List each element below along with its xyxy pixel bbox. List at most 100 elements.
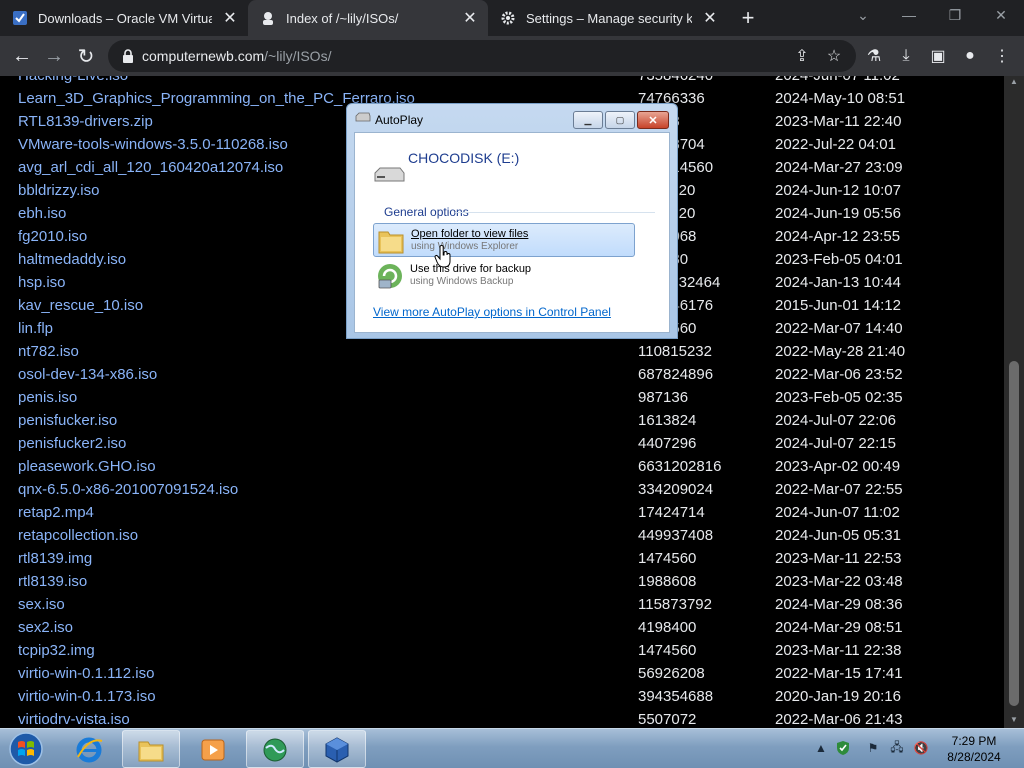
control-panel-link[interactable]: View more AutoPlay options in Control Pa… xyxy=(373,305,611,319)
file-link[interactable]: osol-dev-134-x86.iso xyxy=(18,366,157,383)
file-date: 2022-Mar-07 22:55 xyxy=(775,481,903,498)
system-clock[interactable]: 7:29 PM 8/28/2024 xyxy=(934,733,1014,765)
file-link[interactable]: tcpip32.img xyxy=(18,642,95,659)
profile-avatar-icon[interactable]: ● xyxy=(960,46,980,66)
file-link[interactable]: pleasework.GHO.iso xyxy=(18,458,156,475)
file-row: qnx-6.5.0-x86-201007091524.iso 334209024 2… xyxy=(0,478,1004,501)
side-panel-icon[interactable]: ▣ xyxy=(928,46,948,66)
file-row: Hacking-Live.iso 735846240 2024-Jun-07 11:… xyxy=(0,76,1004,87)
file-date: 2023-Feb-05 04:01 xyxy=(775,251,903,268)
dialog-titlebar[interactable]: AutoPlay ▁ ▢ ✕ xyxy=(347,104,677,132)
dialog-body: CHOCODISK (E:) General options Open fold… xyxy=(354,132,670,333)
file-link[interactable]: retapcollection.iso xyxy=(18,527,138,544)
close-tab-icon[interactable]: ✕ xyxy=(460,8,480,28)
download-icon[interactable]: ⤓ xyxy=(896,46,916,66)
tab-downloads-virtualbox[interactable]: Downloads – Oracle VM VirtualB ✕ xyxy=(0,0,248,36)
file-size: 1613824 xyxy=(638,412,697,429)
file-link[interactable]: ebh.iso xyxy=(18,205,66,222)
dialog-maximize-button[interactable]: ▢ xyxy=(605,111,635,129)
file-link[interactable]: Hacking-Live.iso xyxy=(18,76,128,84)
file-date: 2022-Mar-15 17:41 xyxy=(775,665,903,682)
dialog-minimize-button[interactable]: ▁ xyxy=(573,111,603,129)
file-row: retap2.mp4 17424714 2024-Jun-07 11:02 xyxy=(0,501,1004,524)
minimize-window-button[interactable]: — xyxy=(886,0,932,30)
folder-icon xyxy=(138,741,164,762)
file-link[interactable]: penis.iso xyxy=(18,389,77,406)
file-link[interactable]: sex.iso xyxy=(18,596,65,613)
scroll-down-icon[interactable]: ▼ xyxy=(1009,716,1019,724)
file-link[interactable]: nt782.iso xyxy=(18,343,79,360)
tab-index-isos[interactable]: Index of /~lily/ISOs/ ✕ xyxy=(248,0,488,36)
network-globe-button[interactable] xyxy=(246,730,304,768)
dialog-close-button[interactable]: ✕ xyxy=(637,111,669,129)
file-link[interactable]: fg2010.iso xyxy=(18,228,87,245)
file-link[interactable]: rtl8139.img xyxy=(18,550,92,567)
file-link[interactable]: RTL8139-drivers.zip xyxy=(18,113,153,130)
file-link[interactable]: qnx-6.5.0-x86-201007091524.iso xyxy=(18,481,238,498)
file-link[interactable]: kav_rescue_10.iso xyxy=(18,297,143,314)
media-player-icon xyxy=(201,739,225,761)
internet-explorer-button[interactable] xyxy=(60,730,118,768)
tab-title: Downloads – Oracle VM VirtualB xyxy=(38,10,212,26)
file-size: 987136 xyxy=(638,389,689,406)
close-tab-icon[interactable]: ✕ xyxy=(700,8,720,28)
file-link[interactable]: virtio-win-0.1.173.iso xyxy=(18,688,156,705)
new-tab-button[interactable]: + xyxy=(736,5,760,30)
start-button[interactable] xyxy=(4,730,48,768)
volume-muted-icon[interactable]: 🔇 xyxy=(912,739,930,757)
chevron-down-icon[interactable]: ⌄ xyxy=(840,0,886,30)
share-icon[interactable]: ⇪ xyxy=(792,46,812,66)
file-size: 56926208 xyxy=(638,665,705,682)
file-link[interactable]: bbldrizzy.iso xyxy=(18,182,99,199)
file-link[interactable]: retap2.mp4 xyxy=(18,504,94,521)
security-shield-icon[interactable] xyxy=(834,739,852,757)
file-link[interactable]: lin.flp xyxy=(18,320,53,337)
file-link[interactable]: VMware-tools-windows-3.5.0-110268.iso xyxy=(18,136,288,153)
file-row: tcpip32.img 1474560 2023-Mar-11 22:38 xyxy=(0,639,1004,662)
scroll-up-icon[interactable]: ▲ xyxy=(1009,78,1019,86)
network-icon[interactable]: 🖧 xyxy=(888,739,906,757)
file-link[interactable]: virtiodrv-vista.iso xyxy=(18,711,130,728)
windows-explorer-button[interactable] xyxy=(122,730,180,768)
file-link[interactable]: penisfucker2.iso xyxy=(18,435,126,452)
file-link[interactable]: virtio-win-0.1.112.iso xyxy=(18,665,154,682)
menu-kebab-icon[interactable]: ⋮ xyxy=(992,46,1012,66)
labs-flask-icon[interactable]: ⚗ xyxy=(864,46,884,66)
file-link[interactable]: avg_arl_cdi_all_120_160420a12074.iso xyxy=(18,159,283,176)
show-hidden-icons-icon[interactable]: ▲ xyxy=(812,739,830,757)
open-folder-option[interactable]: Open folder to view files using Windows … xyxy=(373,223,635,257)
file-link[interactable]: hsp.iso xyxy=(18,274,66,291)
back-button[interactable]: ← xyxy=(8,42,36,70)
file-link[interactable]: rtl8139.iso xyxy=(18,573,87,590)
tab-settings-security-keys[interactable]: Settings – Manage security keys ✕ xyxy=(488,0,728,36)
drive-name: CHOCODISK (E:) xyxy=(408,150,520,166)
file-link[interactable]: haltmedaddy.iso xyxy=(18,251,126,268)
close-window-button[interactable]: ✕ xyxy=(978,0,1024,30)
file-date: 2015-Jun-01 14:12 xyxy=(775,297,901,314)
file-date: 2024-May-10 08:51 xyxy=(775,90,906,107)
file-size: 735846240 xyxy=(638,76,713,84)
backup-option[interactable]: Use this drive for backup using Windows … xyxy=(373,259,635,293)
scrollbar-thumb[interactable] xyxy=(1009,361,1019,706)
file-date: 2022-Mar-06 23:52 xyxy=(775,366,903,383)
lock-icon[interactable] xyxy=(120,48,136,64)
file-date: 2024-Apr-12 23:55 xyxy=(775,228,901,245)
file-link[interactable]: sex2.iso xyxy=(18,619,73,636)
file-date: 2023-Mar-11 22:40 xyxy=(775,113,902,130)
page-scrollbar[interactable]: ▲ ▼ xyxy=(1004,76,1024,728)
file-date: 2024-Jun-12 10:07 xyxy=(775,182,901,199)
file-row: rtl8139.iso 1988608 2023-Mar-22 03:48 xyxy=(0,570,1004,593)
forward-button[interactable]: → xyxy=(40,42,68,70)
reload-button[interactable]: ↻ xyxy=(72,42,100,70)
bookmark-star-icon[interactable]: ☆ xyxy=(824,46,844,66)
address-bar[interactable]: computernewb.com/~lily/ISOs/ xyxy=(108,40,856,72)
restore-window-button[interactable]: ❐ xyxy=(932,0,978,30)
tab-title: Index of /~lily/ISOs/ xyxy=(286,10,399,26)
file-row: penis.iso 987136 2023-Feb-05 02:35 xyxy=(0,386,1004,409)
virtualbox-button[interactable] xyxy=(308,730,366,768)
close-tab-icon[interactable]: ✕ xyxy=(220,8,240,28)
file-link[interactable]: penisfucker.iso xyxy=(18,412,117,429)
open-folder-label: Open folder to view files xyxy=(411,228,529,240)
media-player-button[interactable] xyxy=(184,730,242,768)
action-center-flag-icon[interactable]: ⚑ xyxy=(864,739,882,757)
